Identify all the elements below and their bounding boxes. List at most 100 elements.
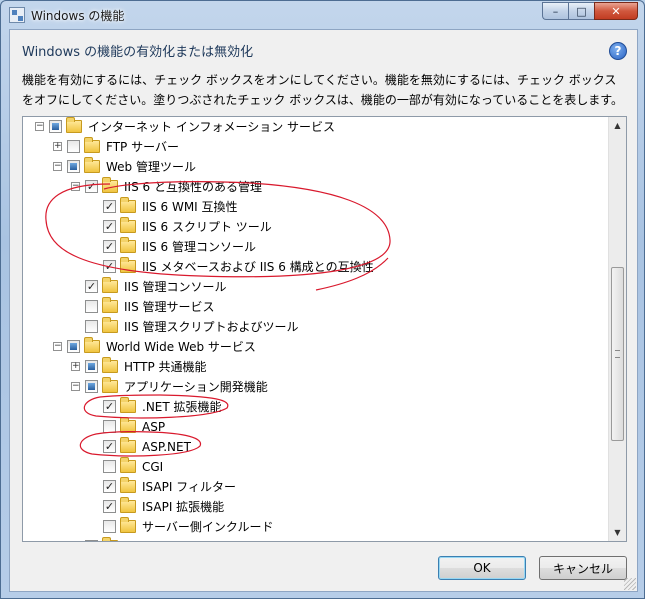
tree-item-http-common[interactable]: + HTTP 共通機能 bbox=[23, 357, 608, 377]
tree-item-www-services[interactable]: − World Wide Web サービス bbox=[23, 337, 608, 357]
tree-item-iis6-wmi[interactable]: ✓ IIS 6 WMI 互換性 bbox=[23, 197, 608, 217]
tree-item-label: CGI bbox=[142, 460, 164, 474]
tree-item-iis-metabase[interactable]: ✓ IIS メタベースおよび IIS 6 構成との互換性 bbox=[23, 257, 608, 277]
tree-item-label: IIS 6 と互換性のある管理 bbox=[124, 180, 262, 194]
scroll-up-arrow-icon[interactable]: ▲ bbox=[609, 117, 626, 134]
scroll-down-arrow-icon[interactable]: ▼ bbox=[609, 524, 626, 541]
feature-checkbox[interactable] bbox=[103, 420, 116, 433]
tree-rows: − インターネット インフォメーション サービス + FTP サーバー − Web 管理ツ… bbox=[23, 117, 608, 541]
folder-icon bbox=[84, 337, 100, 353]
tree-item-label: IIS 6 管理コンソール bbox=[142, 240, 256, 254]
collapse-icon[interactable]: − bbox=[71, 182, 80, 191]
window-title: Windows の機能 bbox=[31, 9, 125, 23]
dialog-heading: Windows の機能の有効化または無効化 bbox=[22, 45, 254, 60]
tree-item-isapi-filters[interactable]: ✓ ISAPI フィルター bbox=[23, 477, 608, 497]
folder-icon bbox=[102, 297, 118, 313]
folder-icon bbox=[120, 477, 136, 493]
feature-checkbox[interactable]: ✓ bbox=[85, 280, 98, 293]
feature-checkbox[interactable]: ✓ bbox=[103, 480, 116, 493]
folder-icon bbox=[102, 277, 118, 293]
feature-checkbox[interactable] bbox=[103, 460, 116, 473]
tree-item-iis6-compat[interactable]: − ✓ IIS 6 と互換性のある管理 bbox=[23, 177, 608, 197]
feature-checkbox[interactable]: ✓ bbox=[103, 200, 116, 213]
tree-item-label: .NET 拡張機能 bbox=[142, 400, 222, 414]
feature-checkbox[interactable]: ✓ bbox=[103, 400, 116, 413]
tree-item-label: ISAPI 拡張機能 bbox=[142, 500, 225, 514]
tree-item-label: FTP サーバー bbox=[106, 140, 179, 154]
tree-item-net-extensibility[interactable]: ✓ .NET 拡張機能 bbox=[23, 397, 608, 417]
feature-checkbox[interactable]: ✓ bbox=[103, 440, 116, 453]
collapse-icon[interactable]: − bbox=[53, 342, 62, 351]
tree-item-web-management-tools[interactable]: − Web 管理ツール bbox=[23, 157, 608, 177]
tree-item-iis6-script-tools[interactable]: ✓ IIS 6 スクリプト ツール bbox=[23, 217, 608, 237]
tree-item-label: アプリケーション開発機能 bbox=[124, 380, 268, 394]
tree-item-iis6-console[interactable]: ✓ IIS 6 管理コンソール bbox=[23, 237, 608, 257]
folder-icon bbox=[120, 517, 136, 533]
folder-icon bbox=[120, 237, 136, 253]
feature-checkbox[interactable] bbox=[85, 300, 98, 313]
cancel-button[interactable]: キャンセル bbox=[539, 556, 627, 580]
feature-checkbox[interactable] bbox=[49, 120, 62, 133]
tree-item-aspnet[interactable]: ✓ ASP.NET bbox=[23, 437, 608, 457]
feature-checkbox[interactable] bbox=[85, 380, 98, 393]
tree-item-ftp-server[interactable]: + FTP サーバー bbox=[23, 137, 608, 157]
tree-item-isapi-extensions[interactable]: ✓ ISAPI 拡張機能 bbox=[23, 497, 608, 517]
vertical-scrollbar[interactable]: ▲ ▼ bbox=[608, 117, 626, 541]
tree-item-iis-console[interactable]: ✓ IIS 管理コンソール bbox=[23, 277, 608, 297]
maximize-button[interactable]: □ bbox=[568, 2, 594, 20]
folder-icon bbox=[102, 357, 118, 373]
scrollbar-thumb[interactable] bbox=[611, 267, 624, 441]
dialog-body: Windows の機能の有効化または無効化 ? 機能を有効にするには、チェック … bbox=[9, 29, 638, 592]
folder-icon bbox=[120, 257, 136, 273]
features-tree[interactable]: − インターネット インフォメーション サービス + FTP サーバー − Web 管理ツ… bbox=[22, 116, 627, 542]
feature-checkbox[interactable]: ✓ bbox=[103, 500, 116, 513]
feature-checkbox[interactable]: ✓ bbox=[103, 240, 116, 253]
tree-item-label: HTTP 共通機能 bbox=[124, 360, 207, 374]
tree-item-iis[interactable]: − インターネット インフォメーション サービス bbox=[23, 117, 608, 137]
windows-features-app-icon bbox=[9, 7, 25, 23]
feature-checkbox[interactable]: ✓ bbox=[85, 180, 98, 193]
help-icon[interactable]: ? bbox=[609, 42, 627, 60]
tree-item-label: ISAPI フィルター bbox=[142, 480, 236, 494]
caption-buttons: – □ ✕ bbox=[542, 2, 638, 20]
resize-grip-icon[interactable] bbox=[624, 578, 636, 590]
description-text: 機能を有効にするには、チェック ボックスをオンにしてください。機能を無効にするに… bbox=[22, 73, 624, 107]
collapse-icon[interactable]: − bbox=[35, 122, 44, 131]
folder-icon bbox=[84, 157, 100, 173]
tree-item-iis-scripts[interactable]: IIS 管理スクリプトおよびツール bbox=[23, 317, 608, 337]
tree-item-security[interactable]: +セキュリティ bbox=[23, 537, 608, 541]
folder-icon bbox=[84, 137, 100, 153]
collapse-icon[interactable]: − bbox=[53, 162, 62, 171]
feature-checkbox[interactable] bbox=[85, 320, 98, 333]
tree-item-iis-service[interactable]: IIS 管理サービス bbox=[23, 297, 608, 317]
feature-checkbox[interactable] bbox=[67, 140, 80, 153]
tree-item-label: IIS メタベースおよび IIS 6 構成との互換性 bbox=[142, 260, 374, 274]
close-button[interactable]: ✕ bbox=[594, 2, 638, 20]
feature-checkbox[interactable] bbox=[85, 360, 98, 373]
folder-icon bbox=[120, 457, 136, 473]
feature-checkbox[interactable]: ✓ bbox=[103, 220, 116, 233]
expand-icon[interactable]: + bbox=[71, 362, 80, 371]
feature-checkbox[interactable] bbox=[67, 340, 80, 353]
folder-icon bbox=[66, 117, 82, 133]
feature-checkbox[interactable] bbox=[85, 540, 98, 541]
title-bar[interactable]: Windows の機能 – □ ✕ bbox=[1, 1, 644, 29]
tree-item-cgi[interactable]: CGI bbox=[23, 457, 608, 477]
tree-item-label: Web 管理ツール bbox=[106, 160, 196, 174]
folder-icon bbox=[102, 317, 118, 333]
expand-icon[interactable]: + bbox=[53, 142, 62, 151]
tree-item-asp[interactable]: ASP bbox=[23, 417, 608, 437]
minimize-button[interactable]: – bbox=[542, 2, 568, 20]
tree-item-label: IIS 6 WMI 互換性 bbox=[142, 200, 238, 214]
tree-item-label: インターネット インフォメーション サービス bbox=[88, 120, 336, 134]
feature-checkbox[interactable]: ✓ bbox=[103, 260, 116, 273]
tree-item-label: IIS 6 スクリプト ツール bbox=[142, 220, 272, 234]
feature-checkbox[interactable] bbox=[67, 160, 80, 173]
tree-item-ssi[interactable]: サーバー側インクルード bbox=[23, 517, 608, 537]
ok-button[interactable]: OK bbox=[438, 556, 526, 580]
feature-checkbox[interactable] bbox=[103, 520, 116, 533]
collapse-icon[interactable]: − bbox=[71, 382, 80, 391]
tree-item-app-dev[interactable]: − アプリケーション開発機能 bbox=[23, 377, 608, 397]
folder-icon bbox=[120, 217, 136, 233]
folder-icon bbox=[102, 537, 118, 541]
